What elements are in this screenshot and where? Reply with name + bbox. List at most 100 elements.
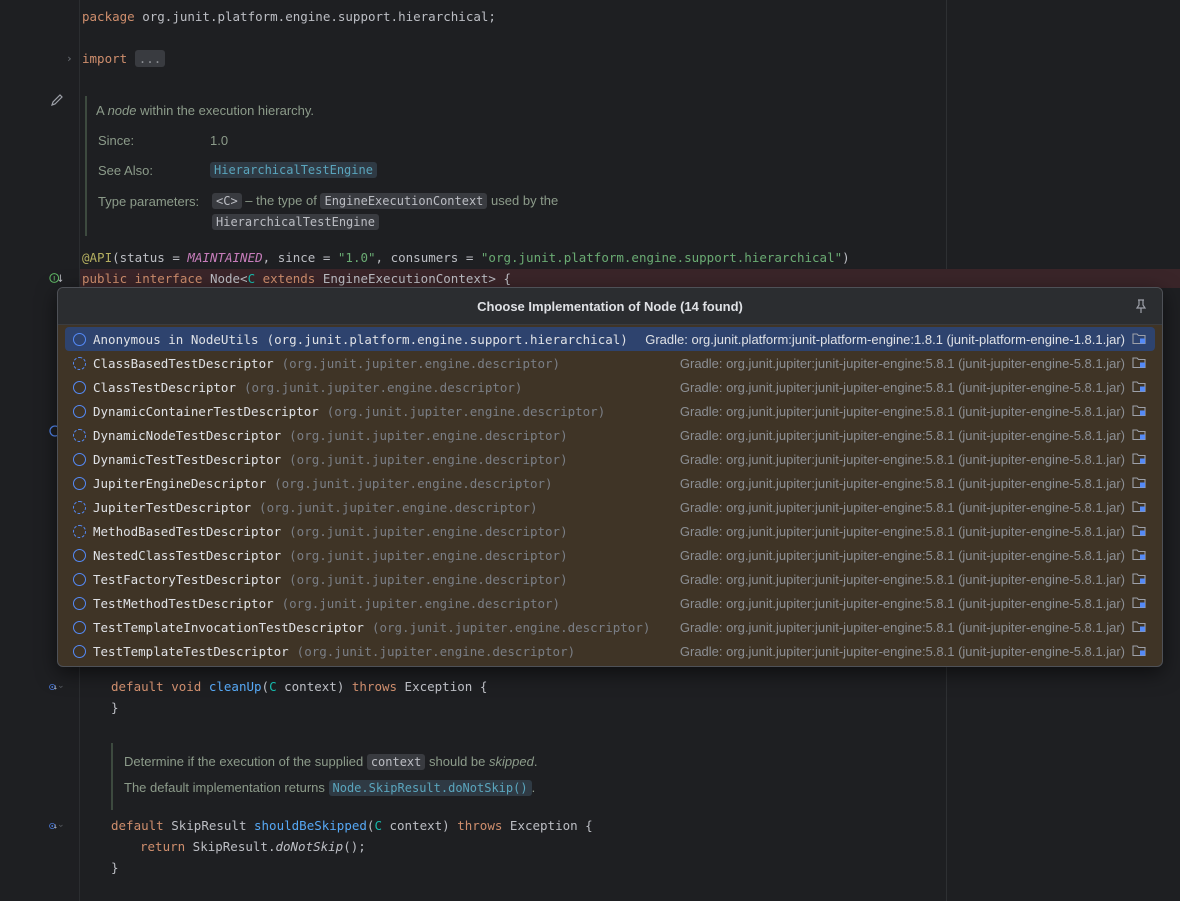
doc-bar [85, 96, 87, 236]
library-folder-icon [1132, 333, 1146, 345]
implementation-row[interactable]: JupiterEngineDescriptor (org.junit.jupite… [65, 471, 1155, 495]
type-param-code: <C> [212, 193, 242, 209]
pin-icon[interactable] [1134, 298, 1148, 314]
class-icon [73, 356, 86, 370]
implementation-row[interactable]: ClassTestDescriptor (org.junit.jupiter.en… [65, 375, 1155, 399]
overriding-method-icon[interactable] [49, 680, 63, 694]
implementation-package: (org.junit.jupiter.engine.descriptor) [326, 403, 606, 419]
overriding-method-icon[interactable] [49, 819, 63, 833]
package-keyword: package [82, 9, 135, 24]
library-folder-icon [1132, 549, 1146, 561]
implementation-package: (org.junit.jupiter.engine.descriptor) [289, 547, 568, 563]
implementation-package: (org.junit.jupiter.engine.descriptor) [289, 451, 568, 467]
implemented-marker-icon[interactable]: I [49, 271, 63, 285]
implementation-row[interactable]: NestedClassTestDescriptor (org.junit.jupi… [65, 543, 1155, 567]
implementation-package: (org.junit.jupiter.engine.descriptor) [259, 499, 538, 515]
class-icon [73, 476, 86, 490]
implementation-row[interactable]: JupiterTestDescriptor (org.junit.jupiter.… [65, 495, 1155, 519]
library-folder-icon [1132, 453, 1146, 465]
library-folder-icon [1132, 477, 1146, 489]
class-icon [73, 428, 86, 442]
implementation-name: JupiterTestDescriptor [93, 499, 252, 515]
class-icon [73, 572, 86, 586]
do-not-skip-link[interactable]: Node.SkipResult.doNotSkip() [328, 780, 532, 796]
implementation-library: Gradle: org.junit.jupiter:junit-jupiter-… [679, 355, 1125, 371]
implementation-row[interactable]: TestFactoryTestDescriptor (org.junit.jupi… [65, 567, 1155, 591]
implementation-name: MethodBasedTestDescriptor [93, 523, 282, 539]
popup-title: Choose Implementation of Node (14 found) [477, 298, 743, 314]
implementation-row[interactable]: TestMethodTestDescriptor (org.junit.jupit… [65, 591, 1155, 615]
api-annotation-line[interactable]: @API(status = MAINTAINED, since = "1.0",… [82, 249, 850, 267]
library-folder-icon [1132, 573, 1146, 585]
class-icon [73, 500, 86, 514]
implementation-row[interactable]: ClassBasedTestDescriptor (org.junit.jupit… [65, 351, 1155, 375]
chevron-right-icon[interactable]: › [66, 52, 73, 65]
implementation-name: DynamicNodeTestDescriptor [93, 427, 282, 443]
popup-header: Choose Implementation of Node (14 found) [58, 288, 1162, 325]
doc2-line2: The default implementation returns Node.… [124, 780, 536, 796]
package-name: org.junit.platform.engine.support.hierar… [134, 9, 496, 24]
implementation-library: Gradle: org.junit.jupiter:junit-jupiter-… [679, 403, 1125, 419]
implementation-row[interactable]: Anonymous in NodeUtils (org.junit.platfor… [65, 327, 1155, 351]
library-folder-icon [1132, 381, 1146, 393]
implementation-name: TestTemplateTestDescriptor [93, 643, 289, 659]
library-folder-icon [1132, 597, 1146, 609]
class-icon [73, 644, 86, 658]
implementation-list: Anonymous in NodeUtils (org.junit.platfor… [58, 325, 1162, 663]
class-icon [73, 620, 86, 634]
implementation-package: (org.junit.jupiter.engine.descriptor) [274, 475, 553, 491]
implementation-row[interactable]: DynamicTestTestDescriptor (org.junit.jupi… [65, 447, 1155, 471]
implementation-package: (org.junit.jupiter.engine.descriptor) [244, 379, 523, 395]
class-icon [73, 548, 86, 562]
cleanup-close: } [111, 700, 119, 715]
pencil-icon[interactable] [50, 93, 64, 107]
import-line[interactable]: import ... [82, 50, 166, 68]
implementation-library: Gradle: org.junit.jupiter:junit-jupiter-… [679, 523, 1125, 539]
see-also-link[interactable]: HierarchicalTestEngine [210, 162, 377, 178]
class-icon [73, 404, 86, 418]
implementation-package: (org.junit.jupiter.engine.descriptor) [289, 427, 568, 443]
implementation-package: (org.junit.platform.engine.support.hiera… [266, 331, 628, 347]
library-folder-icon [1132, 405, 1146, 417]
class-icon [73, 524, 86, 538]
choose-implementation-popup[interactable]: Choose Implementation of Node (14 found)… [57, 287, 1163, 667]
implementation-library: Gradle: org.junit.jupiter:junit-jupiter-… [679, 643, 1125, 659]
library-folder-icon [1132, 645, 1146, 657]
implementation-library: Gradle: org.junit.jupiter:junit-jupiter-… [679, 571, 1125, 587]
type-param-class-2: HierarchicalTestEngine [212, 214, 379, 230]
interface-declaration[interactable]: public interface Node<C extends EngineEx… [82, 270, 511, 288]
implementation-row[interactable]: DynamicContainerTestDescriptor (org.junit… [65, 399, 1155, 423]
implementation-row[interactable]: TestTemplateInvocationTestDescriptor (org… [65, 615, 1155, 639]
svg-text:I: I [53, 276, 55, 283]
implementation-library: Gradle: org.junit.jupiter:junit-jupiter-… [679, 475, 1125, 491]
since-label: Since: [98, 133, 135, 148]
implementation-package: (org.junit.jupiter.engine.descriptor) [281, 355, 561, 371]
doc2-line1: Determine if the execution of the suppli… [124, 754, 538, 770]
implementation-name: ClassTestDescriptor [93, 379, 236, 395]
import-keyword: import [82, 51, 128, 66]
implementation-name: TestFactoryTestDescriptor [93, 571, 282, 587]
implementation-library: Gradle: org.junit.jupiter:junit-jupiter-… [679, 379, 1125, 395]
class-icon [73, 452, 86, 466]
type-param-desc: <C> – the type of EngineExecutionContext… [212, 193, 558, 209]
see-also-link-wrap: HierarchicalTestEngine [210, 162, 377, 178]
implementation-row[interactable]: DynamicNodeTestDescriptor (org.junit.jupi… [65, 423, 1155, 447]
implementation-row[interactable]: MethodBasedTestDescriptor (org.junit.jupi… [65, 519, 1155, 543]
implementation-name: TestMethodTestDescriptor [93, 595, 274, 611]
implementation-library: Gradle: org.junit.jupiter:junit-jupiter-… [679, 619, 1125, 635]
implementation-library: Gradle: org.junit.jupiter:junit-jupiter-… [679, 547, 1125, 563]
return-statement[interactable]: return SkipResult.doNotSkip(); [140, 838, 366, 856]
implementation-name: NestedClassTestDescriptor [93, 547, 282, 563]
cleanup-method[interactable]: default void cleanUp(C context) throws E… [111, 678, 487, 696]
package-line[interactable]: package org.junit.platform.engine.suppor… [82, 8, 496, 26]
implementation-row[interactable]: TestTemplateTestDescriptor (org.junit.jup… [65, 639, 1155, 663]
skip-close: } [111, 860, 119, 875]
should-be-skipped-method[interactable]: default SkipResult shouldBeSkipped(C con… [111, 817, 593, 835]
implementation-name: Anonymous in NodeUtils [93, 331, 259, 347]
type-param-class: EngineExecutionContext [320, 193, 488, 209]
library-folder-icon [1132, 357, 1146, 369]
class-icon [73, 380, 86, 394]
folded-imports[interactable]: ... [134, 50, 166, 67]
implementation-library: Gradle: org.junit.jupiter:junit-jupiter-… [679, 595, 1125, 611]
context-code: context [366, 754, 426, 770]
